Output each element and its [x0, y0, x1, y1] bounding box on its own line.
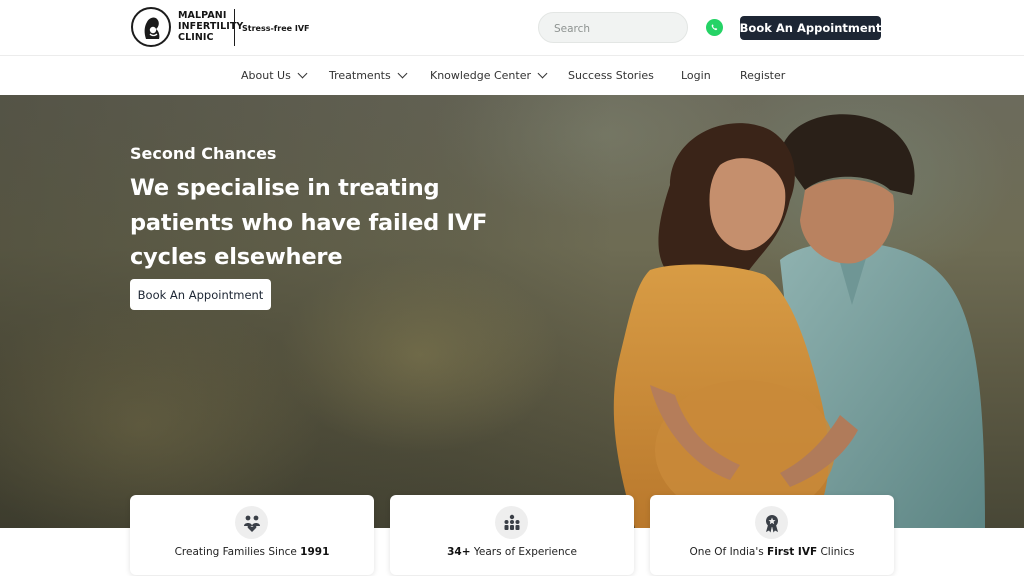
nav-register[interactable]: Register	[740, 69, 785, 82]
team-icon	[495, 506, 528, 539]
mother-child-logo-icon	[131, 7, 171, 47]
stat-text: Creating Families Since 1991	[174, 546, 330, 558]
stat-card-experience: 34+ Years of Experience	[390, 495, 634, 575]
nav-treatments[interactable]: Treatments	[329, 68, 408, 82]
hero-eyebrow: Second Chances	[130, 144, 277, 163]
logo-tagline: Stress-free IVF	[242, 24, 310, 33]
top-header: MALPANI INFERTILITY CLINIC Stress-free I…	[0, 0, 1024, 56]
hero-headline: We specialise in treating patients who h…	[130, 171, 510, 275]
clinic-logo[interactable]: MALPANI INFERTILITY CLINIC Stress-free I…	[131, 7, 311, 49]
award-icon	[755, 506, 788, 539]
chevron-down-icon	[297, 68, 308, 79]
nav-label: Register	[740, 69, 786, 82]
stat-card-first-ivf: One Of India's First IVF Clinics	[650, 495, 894, 575]
logo-divider	[234, 9, 235, 46]
hero-headline-line: patients who have failed IVF	[130, 209, 488, 236]
chevron-down-icon	[537, 68, 548, 79]
search-input[interactable]	[552, 13, 686, 44]
nav-about-us[interactable]: About Us	[241, 68, 308, 82]
hero-couple-image	[613, 114, 985, 528]
main-nav: About Us Treatments Knowledge Center Suc…	[0, 56, 1024, 95]
nav-label: Treatments	[329, 69, 391, 82]
stat-text: 34+ Years of Experience	[447, 546, 577, 558]
nav-label: Login	[681, 69, 711, 82]
stat-text: One Of India's First IVF Clinics	[689, 546, 855, 558]
chevron-down-icon	[397, 68, 408, 79]
hero-banner: Second Chances We specialise in treating…	[0, 95, 1024, 528]
nav-label: Success Stories	[568, 69, 654, 82]
book-appointment-header-button[interactable]: Book An Appointment	[740, 16, 881, 40]
nav-login[interactable]: Login	[681, 69, 711, 82]
hero-headline-line: We specialise in treating	[130, 175, 440, 201]
nav-knowledge-center[interactable]: Knowledge Center	[430, 68, 548, 82]
book-appointment-hero-button[interactable]: Book An Appointment	[130, 279, 271, 310]
family-icon	[235, 506, 268, 539]
stat-card-families: Creating Families Since 1991	[130, 495, 374, 575]
search-box[interactable]	[538, 12, 688, 44]
whatsapp-icon[interactable]	[706, 19, 723, 36]
hero-headline-line: cycles elsewhere	[130, 244, 343, 270]
nav-label: Knowledge Center	[430, 69, 531, 82]
nav-label: About Us	[241, 69, 291, 82]
nav-success-stories[interactable]: Success Stories	[568, 69, 654, 82]
